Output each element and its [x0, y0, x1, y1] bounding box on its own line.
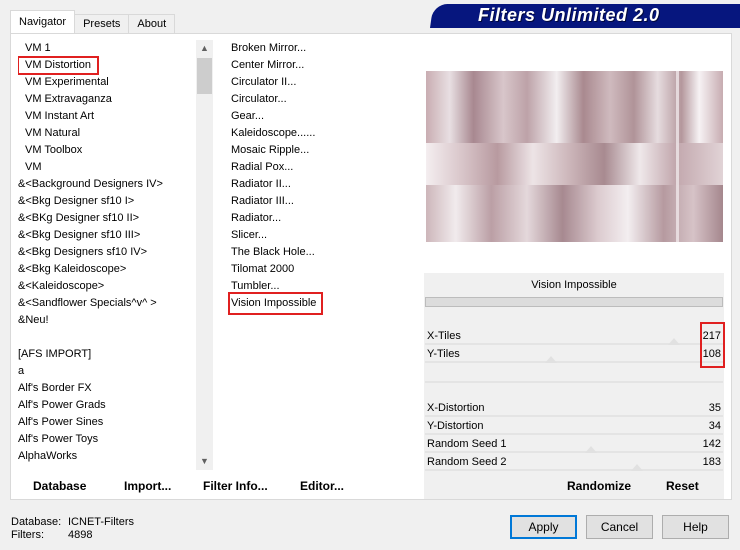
tab-bar: Navigator Presets About — [10, 10, 176, 34]
filter-name-bar — [425, 297, 723, 307]
x-tiles-slider[interactable]: X-Tiles 217 — [425, 328, 723, 346]
slider-knob-icon[interactable] — [545, 356, 558, 363]
filter-item[interactable]: Radial Pox... — [231, 159, 417, 176]
y-tiles-label: Y-Tiles — [427, 348, 460, 360]
x-tiles-label: X-Tiles — [427, 330, 461, 342]
slider-knob-icon[interactable] — [630, 464, 643, 471]
filter-item[interactable]: Broken Mirror... — [231, 40, 417, 57]
category-item[interactable]: VM — [18, 159, 196, 176]
random-seed-2-value: 183 — [702, 456, 721, 468]
filter-item[interactable]: Circulator II... — [231, 74, 417, 91]
category-item[interactable]: &<Sandflower Specials^v^ > — [18, 295, 196, 312]
editor-button[interactable]: Editor... — [300, 478, 344, 494]
category-list[interactable]: VM 1 VM Distortion VM Experimental VM Extra… — [18, 40, 196, 470]
tab-navigator[interactable]: Navigator — [10, 10, 76, 34]
filter-item[interactable]: Center Mirror... — [231, 57, 417, 74]
filter-list[interactable]: Broken Mirror... Center Mirror... Circulat… — [227, 40, 417, 470]
category-item[interactable]: &<Bkg Designer sf10 III> — [18, 227, 196, 244]
preview-image — [426, 71, 723, 242]
filter-item[interactable]: Gear... — [231, 108, 417, 125]
slider-knob-icon[interactable] — [585, 446, 598, 453]
database-button[interactable]: Database — [33, 478, 86, 494]
slider-knob-icon[interactable] — [668, 338, 681, 345]
filter-item[interactable]: Tumbler... — [231, 278, 417, 295]
category-item[interactable]: VM Natural — [18, 125, 196, 142]
filter-item-selected[interactable]: Vision Impossible — [227, 292, 324, 315]
random-seed-2-label: Random Seed 2 — [427, 456, 507, 468]
apply-button[interactable]: Apply — [510, 515, 577, 539]
category-item[interactable]: Alf's Power Toys — [18, 431, 196, 448]
filter-item[interactable]: Radiator... — [231, 210, 417, 227]
reset-button[interactable]: Reset — [666, 478, 699, 494]
y-tiles-slider[interactable]: Y-Tiles 108 — [425, 346, 723, 364]
x-distortion-value: 35 — [708, 402, 721, 414]
random-seed-2-slider[interactable]: Random Seed 2 183 — [425, 454, 723, 472]
category-item[interactable]: &<Bkg Kaleidoscope> — [18, 261, 196, 278]
y-distortion-slider[interactable]: Y-Distortion 34 — [425, 418, 723, 436]
filters-status: Filters: 4898 — [11, 529, 92, 542]
randomize-button[interactable]: Randomize — [567, 478, 631, 494]
database-label: Database: — [11, 516, 62, 528]
y-distortion-label: Y-Distortion — [427, 420, 484, 432]
category-item[interactable]: &Neu! — [18, 312, 196, 329]
category-item[interactable]: &<Background Designers IV> — [18, 176, 196, 193]
category-item[interactable] — [18, 329, 196, 346]
filter-info-button[interactable]: Filter Info... — [203, 478, 268, 494]
slider-track[interactable] — [425, 361, 723, 363]
filter-item[interactable]: Radiator II... — [231, 176, 417, 193]
random-seed-1-slider[interactable]: Random Seed 1 142 — [425, 436, 723, 454]
slider-track[interactable] — [425, 469, 723, 471]
y-distortion-value: 34 — [708, 420, 721, 432]
category-item[interactable]: &<BKg Designer sf10 II> — [18, 210, 196, 227]
filter-item[interactable]: Slicer... — [231, 227, 417, 244]
x-distortion-slider[interactable]: X-Distortion 35 — [425, 400, 723, 418]
filter-item[interactable]: Tilomat 2000 — [231, 261, 417, 278]
slider-track[interactable] — [425, 433, 723, 435]
slider-track[interactable] — [425, 451, 723, 453]
category-item[interactable]: AlphaWorks — [18, 448, 196, 465]
tab-presets[interactable]: Presets — [74, 14, 130, 34]
category-item[interactable]: &<Bkg Designers sf10 IV> — [18, 244, 196, 261]
import-button[interactable]: Import... — [124, 478, 171, 494]
current-filter-name: Vision Impossible — [531, 279, 617, 291]
x-distortion-label: X-Distortion — [427, 402, 485, 414]
scroll-up-icon[interactable]: ▲ — [196, 40, 213, 57]
cancel-button[interactable]: Cancel — [586, 515, 653, 539]
category-item[interactable]: &<Kaleidoscope> — [18, 278, 196, 295]
category-item[interactable]: VM 1 — [18, 40, 196, 57]
scroll-down-icon[interactable]: ▼ — [196, 453, 213, 470]
category-item[interactable]: VM Instant Art — [18, 108, 196, 125]
database-value: ICNET-Filters — [68, 516, 134, 528]
category-scrollbar[interactable]: ▲ ▼ — [196, 40, 213, 470]
category-item[interactable]: Alf's Power Grads — [18, 397, 196, 414]
tiles-highlight-box — [700, 322, 725, 368]
category-item[interactable]: [AFS IMPORT] — [18, 346, 196, 363]
category-item[interactable]: VM Experimental — [18, 74, 196, 91]
filter-item[interactable]: Circulator... — [231, 91, 417, 108]
filter-item[interactable]: Kaleidoscope...... — [231, 125, 417, 142]
random-seed-1-label: Random Seed 1 — [427, 438, 507, 450]
filters-value: 4898 — [68, 529, 93, 541]
category-item[interactable]: &<Bkg Designer sf10 I> — [18, 193, 196, 210]
category-item[interactable]: VM Toolbox — [18, 142, 196, 159]
help-button[interactable]: Help — [662, 515, 729, 539]
filter-item[interactable]: Radiator III... — [231, 193, 417, 210]
empty-slider-track — [425, 381, 723, 383]
tab-about[interactable]: About — [128, 14, 176, 34]
category-item[interactable]: VM Extravaganza — [18, 91, 196, 108]
database-status: Database: ICNET-Filters — [11, 516, 134, 529]
filter-item[interactable]: Mosaic Ripple... — [231, 142, 417, 159]
app-title: Filters Unlimited 2.0 — [478, 5, 660, 25]
category-item-selected[interactable]: VM Distortion — [18, 56, 99, 75]
category-item[interactable]: Alf's Border FX — [18, 380, 196, 397]
category-item[interactable]: Alf's Power Sines — [18, 414, 196, 431]
scroll-thumb[interactable] — [197, 58, 212, 94]
category-item[interactable]: a — [18, 363, 196, 380]
filters-label: Filters: — [11, 529, 44, 541]
slider-track[interactable] — [425, 415, 723, 417]
random-seed-1-value: 142 — [702, 438, 721, 450]
filter-item[interactable]: The Black Hole... — [231, 244, 417, 261]
